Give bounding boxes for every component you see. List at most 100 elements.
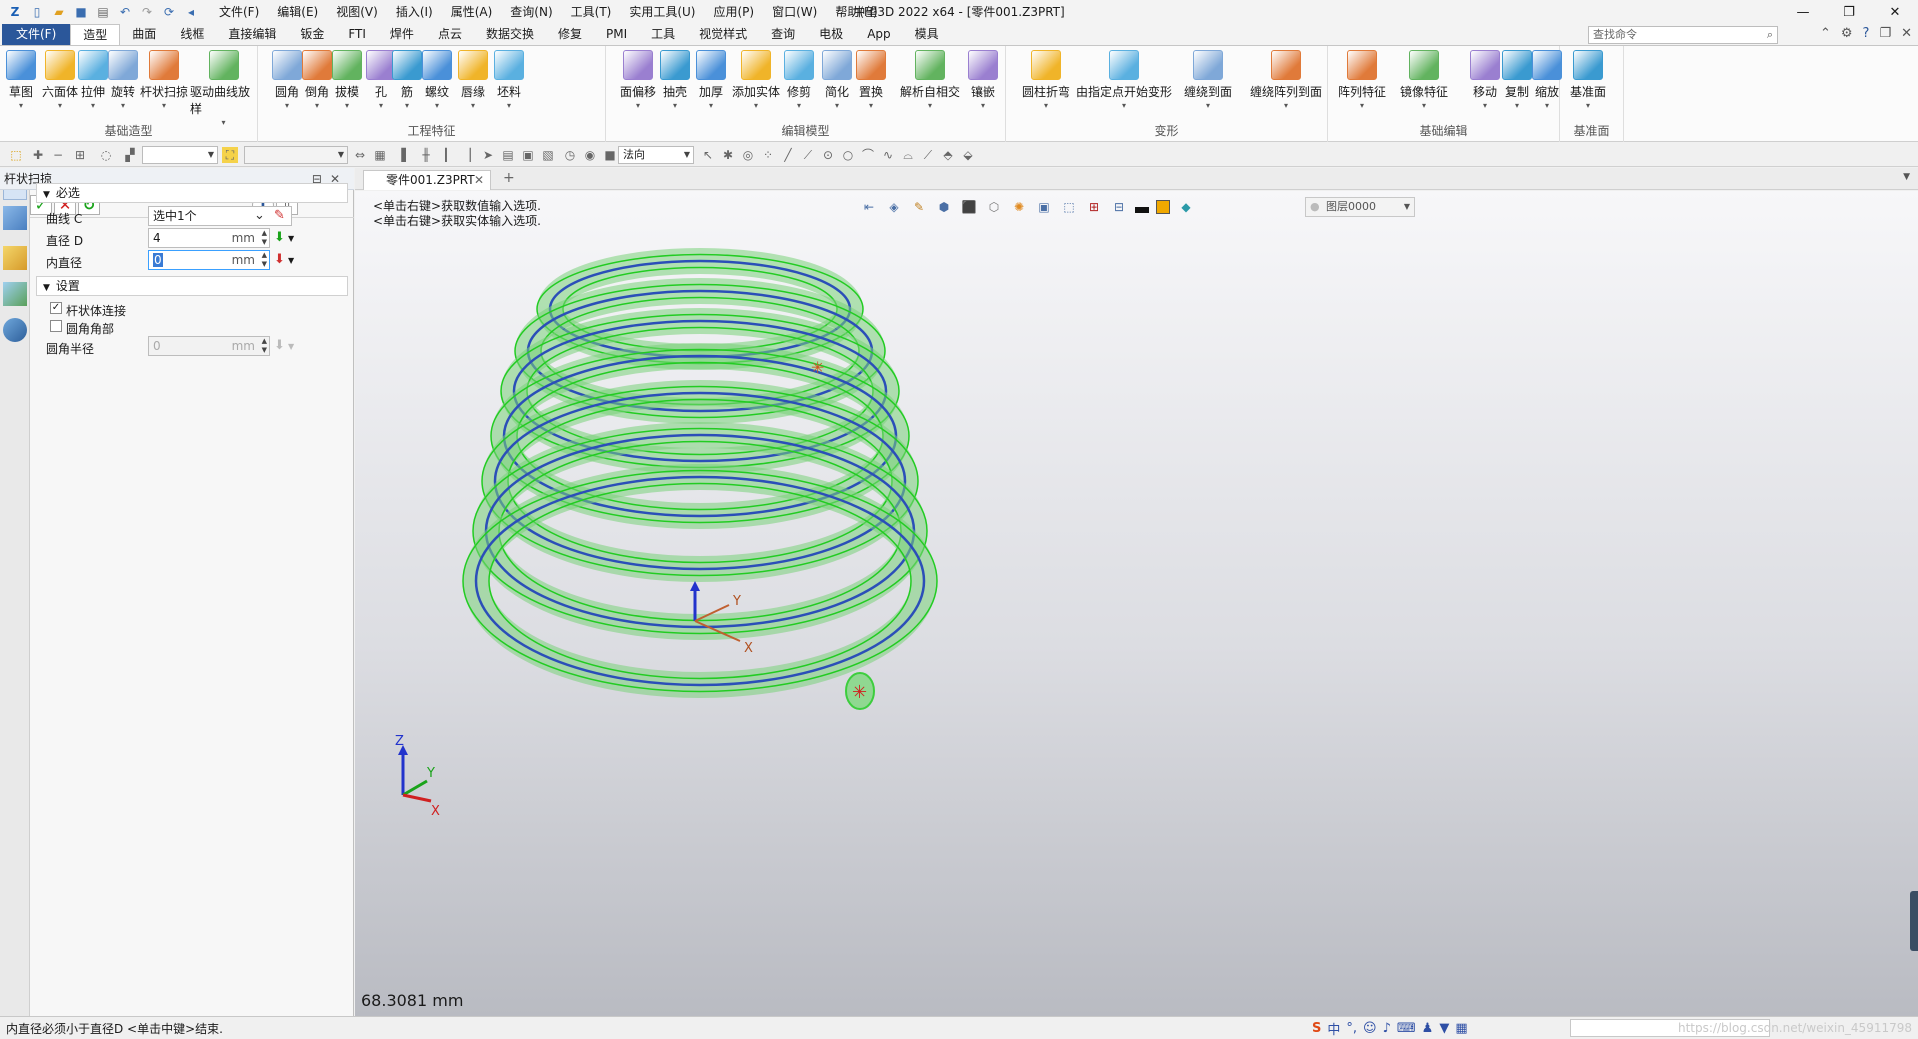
dropdown-icon[interactable]: ▾	[1284, 101, 1288, 110]
dropdown-icon[interactable]: ▾	[636, 101, 640, 110]
target-icon[interactable]: ◉	[582, 147, 598, 163]
redo-icon[interactable]: ↷	[138, 3, 156, 21]
pin-icon[interactable]: ╫	[418, 147, 434, 163]
menu-item[interactable]: 工具(T)	[562, 0, 621, 24]
chart-icon[interactable]: ▤	[500, 147, 516, 163]
close-tab-icon[interactable]: ✕	[474, 171, 484, 189]
ribbon-tab[interactable]: 点云	[426, 24, 474, 45]
tab-file[interactable]: 文件(F)	[2, 24, 71, 45]
edge-icon[interactable]: ⬘	[940, 147, 956, 163]
surface-icon[interactable]: ⬙	[960, 147, 976, 163]
grid-icon[interactable]: ┃	[438, 147, 454, 163]
filter-icon[interactable]: ▞	[122, 147, 138, 163]
save-icon[interactable]: ■	[72, 3, 90, 21]
dropdown-icon[interactable]: ▾	[709, 101, 713, 110]
menu-item[interactable]: 视图(V)	[327, 0, 387, 24]
circle-center-icon[interactable]: ⊙	[820, 147, 836, 163]
curve-icon[interactable]: ⌒	[860, 147, 876, 163]
ribbon-button[interactable]: 移动 ▾	[1470, 50, 1500, 110]
diameter-dropdown-icon[interactable]: ▼	[288, 234, 294, 243]
inner-diameter-measure-icon[interactable]: ⬇	[274, 252, 285, 267]
print-icon[interactable]: ▤	[94, 3, 112, 21]
stop-icon[interactable]: ■	[602, 147, 618, 163]
ribbon-button[interactable]: 基准面 ▾	[1570, 50, 1606, 110]
round-corner-checkbox[interactable]	[50, 320, 62, 332]
menu-item[interactable]: 窗口(W)	[763, 0, 826, 24]
align-icon[interactable]: ⇔	[352, 147, 368, 163]
ribbon-button[interactable]: 由指定点开始变形 ▾	[1076, 50, 1172, 110]
pick-curve-icon[interactable]: ✎	[274, 208, 285, 223]
dropdown-icon[interactable]: ▾	[754, 101, 758, 110]
dropdown-icon[interactable]: ▾	[1515, 101, 1519, 110]
menu-item[interactable]: 查询(N)	[501, 0, 561, 24]
close-doc-icon[interactable]: ✕	[1901, 26, 1912, 41]
dropdown-icon[interactable]: ▾	[19, 101, 23, 110]
ribbon-button[interactable]: 圆柱折弯 ▾	[1022, 50, 1070, 110]
ime-punct-icon[interactable]: °,	[1346, 1021, 1357, 1036]
search-icon[interactable]: ⌕	[1767, 27, 1773, 43]
dropdown-icon[interactable]: ▾	[345, 101, 349, 110]
rod-connect-checkbox[interactable]: ✓	[50, 302, 62, 314]
ribbon-tab[interactable]: 钣金	[288, 24, 336, 45]
ribbon-button[interactable]: 唇缘 ▾	[458, 50, 488, 110]
required-section-header[interactable]: ▼ 必选	[36, 183, 348, 203]
cube-icon[interactable]: ▧	[540, 147, 556, 163]
add-pick-icon[interactable]: ⊞	[72, 147, 88, 163]
ribbon-button[interactable]: 杆状扫掠 ▾	[140, 50, 188, 110]
diameter-spinner[interactable]: ▲ ▼	[262, 229, 267, 247]
menu-item[interactable]: 插入(I)	[387, 0, 442, 24]
dropdown-icon[interactable]: ▾	[1483, 101, 1487, 110]
wall-icon[interactable]: ▌	[398, 147, 414, 163]
double-chevron-icon[interactable]: ⌄	[254, 208, 265, 223]
menu-item[interactable]: 实用工具(U)	[620, 0, 704, 24]
ime-mic-icon[interactable]: ♪	[1383, 1021, 1391, 1036]
tab-menu-icon[interactable]: ▼	[1903, 172, 1910, 182]
lasso-icon[interactable]: ◌	[98, 147, 114, 163]
direction-combo[interactable]: 法向 ▼	[618, 146, 694, 164]
diagonal-icon[interactable]: ⟋	[800, 147, 816, 163]
close-window-button[interactable]: ✕	[1872, 0, 1918, 24]
ime-grid-icon[interactable]: ▦	[1455, 1021, 1467, 1036]
view-manager-icon[interactable]	[3, 282, 27, 306]
tangent-icon[interactable]: ⟋	[920, 147, 936, 163]
3d-viewport[interactable]: <单击右键>获取数值输入选项. <单击右键>获取实体输入选项. ⇤ ◈ ✎ ⬢ …	[355, 191, 1918, 1016]
dropdown-icon[interactable]: ▾	[869, 101, 873, 110]
ribbon-tab[interactable]: FTI	[336, 24, 378, 45]
dropdown-icon[interactable]: ▾	[1360, 101, 1364, 110]
user-icon[interactable]	[3, 318, 27, 342]
fillet-radius-input[interactable]: 0 mm ▲ ▼	[148, 336, 270, 356]
dropdown-icon[interactable]: ▾	[471, 101, 475, 110]
back-arrow-icon[interactable]: ◂	[182, 3, 200, 21]
dropdown-icon[interactable]: ▾	[315, 101, 319, 110]
dropdown-icon[interactable]: ▾	[91, 101, 95, 110]
ime-chinese-icon[interactable]: 中	[1327, 1019, 1340, 1038]
diameter-measure-icon[interactable]: ⬇	[274, 230, 285, 245]
part-icon[interactable]	[3, 246, 27, 270]
right-panel-grip[interactable]	[1910, 891, 1918, 951]
dots-icon[interactable]: ⁘	[760, 147, 776, 163]
ribbon-button[interactable]: 置换 ▾	[856, 50, 886, 110]
line-icon[interactable]: ╱	[780, 147, 796, 163]
ribbon-button[interactable]: 螺纹 ▾	[422, 50, 452, 110]
dropdown-icon[interactable]: ▾	[1044, 101, 1048, 110]
settings-section-header[interactable]: ▼ 设置	[36, 276, 348, 296]
ribbon-tab[interactable]: 数据交换	[474, 24, 546, 45]
dropdown-icon[interactable]: ▾	[405, 101, 409, 110]
ribbon-button[interactable]: 拉伸 ▾	[78, 50, 108, 110]
ribbon-button[interactable]: 抽壳 ▾	[660, 50, 690, 110]
dropdown-icon[interactable]: ▾	[435, 101, 439, 110]
dropdown-icon[interactable]: ▾	[162, 101, 166, 110]
ribbon-button[interactable]: 坯料 ▾	[494, 50, 524, 110]
ribbon-button[interactable]: 解析自相交 ▾	[900, 50, 960, 110]
dropdown-icon[interactable]: ▾	[1122, 101, 1126, 110]
menu-item[interactable]: 编辑(E)	[268, 0, 327, 24]
ribbon-button[interactable]: 拔模 ▾	[332, 50, 362, 110]
app-logo-icon[interactable]: Z	[6, 3, 24, 21]
command-search-input[interactable]: 查找命令 ⌕	[1588, 26, 1778, 44]
dropdown-icon[interactable]: ▾	[507, 101, 511, 110]
ribbon-button[interactable]: 复制 ▾	[1502, 50, 1532, 110]
fillet-radius-spinner[interactable]: ▲ ▼	[262, 337, 267, 355]
dropdown-icon[interactable]: ▾	[1545, 101, 1549, 110]
fillet-measure-icon[interactable]: ⬇	[274, 338, 285, 353]
diameter-input[interactable]: 4 mm ▲ ▼	[148, 228, 270, 248]
